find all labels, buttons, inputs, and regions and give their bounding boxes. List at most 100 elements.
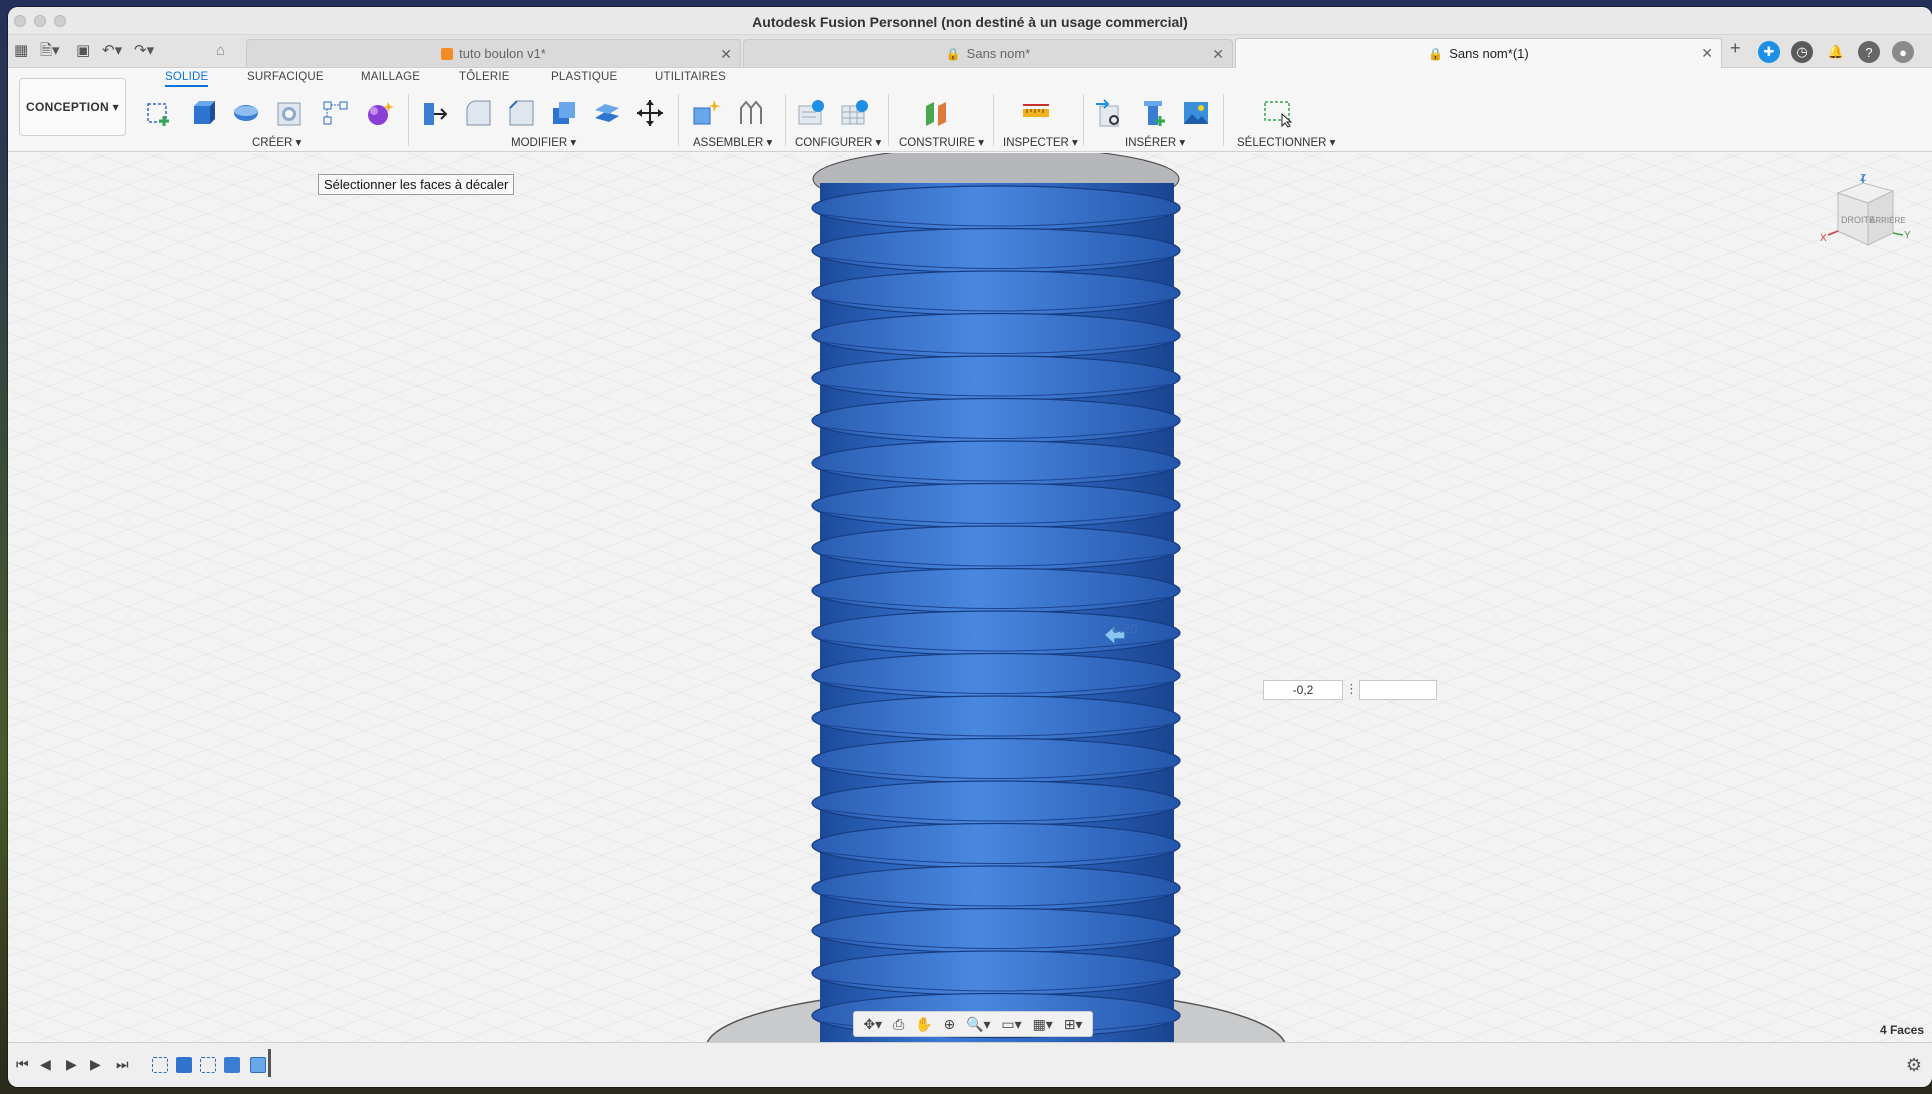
go-to-end-icon[interactable]: ⏭: [116, 1056, 129, 1073]
workspace-label: CONCEPTION: [26, 100, 110, 114]
group-assembler-label[interactable]: ASSEMBLER ▾: [693, 135, 772, 149]
selection-window-icon[interactable]: [1262, 98, 1292, 128]
tab-tuto-boulon[interactable]: tuto boulon v1* ✕: [246, 39, 741, 67]
configure-design-icon[interactable]: [796, 98, 826, 128]
lock-icon: 🔒: [945, 46, 961, 61]
save-icon[interactable]: ▣: [76, 43, 90, 59]
undo-icon[interactable]: ↶▾: [102, 43, 122, 59]
configuration-table-icon[interactable]: [839, 98, 869, 128]
chamfer-icon[interactable]: [506, 98, 536, 128]
measure-icon[interactable]: [1021, 98, 1051, 128]
thread-ring: [811, 695, 1181, 741]
close-tab-icon[interactable]: ✕: [720, 46, 732, 63]
group-construire-label[interactable]: CONSTRUIRE ▾: [899, 135, 984, 149]
create-form-icon[interactable]: [364, 98, 394, 128]
step-forward-icon[interactable]: ▶: [90, 1056, 101, 1073]
insert-derive-icon[interactable]: [1094, 98, 1124, 128]
play-icon[interactable]: ▶: [66, 1056, 77, 1073]
extrude-icon[interactable]: [188, 98, 218, 128]
display-settings-icon[interactable]: ▭▾: [1001, 1016, 1021, 1033]
timeline-marker[interactable]: [268, 1049, 271, 1077]
axis-z-label: Z: [1860, 173, 1866, 184]
group-label: CRÉER: [252, 137, 293, 149]
pattern-icon[interactable]: [321, 98, 351, 128]
workspace-switcher-button[interactable]: CONCEPTION ▾: [19, 78, 126, 136]
tab-plastique[interactable]: PLASTIQUE: [551, 71, 617, 83]
group-label: INSPECTER: [1003, 137, 1069, 149]
bolt-model[interactable]: [8, 153, 1932, 1042]
new-tab-icon[interactable]: +: [1730, 39, 1741, 57]
grid-settings-icon[interactable]: ▦▾: [1033, 1016, 1053, 1033]
close-tab-icon[interactable]: ✕: [1701, 45, 1713, 62]
group-selectionner-label[interactable]: SÉLECTIONNER ▾: [1237, 135, 1335, 149]
thread-ring: [811, 780, 1181, 826]
group-inspecter-label[interactable]: INSPECTER ▾: [1003, 135, 1078, 149]
redo-icon[interactable]: ↷▾: [134, 43, 154, 59]
tab-tolerie[interactable]: TÔLERIE: [459, 71, 510, 83]
tab-solide[interactable]: SOLIDE: [165, 71, 209, 87]
secondary-value-input[interactable]: [1359, 680, 1437, 700]
look-at-icon[interactable]: ⎙: [893, 1016, 904, 1033]
insert-canvas-icon[interactable]: [1181, 98, 1211, 128]
file-cube-icon: [441, 47, 454, 60]
thread-ring: [811, 355, 1181, 401]
3d-viewport[interactable]: 0.20 ⋮ DROITE ARRIÈRE Z X Y ✥▾ ⎙ ✋ ⊕ 🔍▾ …: [8, 153, 1932, 1042]
viewports-icon[interactable]: ⊞▾: [1064, 1016, 1083, 1033]
app-grid-icon[interactable]: ▦: [14, 43, 28, 59]
file-menu-icon[interactable]: 🗎▾: [40, 43, 60, 59]
toolbar-divider: [888, 94, 889, 146]
joint-icon[interactable]: [735, 98, 765, 128]
pan-hand-icon[interactable]: ✋: [915, 1016, 932, 1033]
press-pull-icon[interactable]: [420, 98, 450, 128]
tab-utilitaires[interactable]: UTILITAIRES: [655, 71, 726, 83]
timeline-extrude-icon[interactable]: [176, 1057, 192, 1073]
extensions-icon[interactable]: ✚: [1758, 41, 1780, 63]
group-inserer-label[interactable]: INSÉRER ▾: [1125, 135, 1185, 149]
split-body-icon[interactable]: [592, 98, 622, 128]
timeline-sketch-icon[interactable]: [200, 1057, 216, 1073]
more-options-icon[interactable]: ⋮: [1345, 681, 1358, 697]
window-title: Autodesk Fusion Personnel (non destiné à…: [752, 14, 1188, 30]
create-sketch-icon[interactable]: [144, 98, 174, 128]
zoom-window-icon[interactable]: 🔍▾: [966, 1016, 990, 1033]
revolve-icon[interactable]: [231, 98, 261, 128]
user-avatar[interactable]: ●: [1892, 41, 1914, 63]
step-back-icon[interactable]: ◀: [40, 1056, 51, 1073]
group-configurer-label[interactable]: CONFIGURER ▾: [795, 135, 881, 149]
tab-sans-nom-1[interactable]: 🔒 Sans nom*(1) ✕: [1235, 38, 1722, 68]
shell-icon[interactable]: [549, 98, 579, 128]
hole-icon[interactable]: [274, 98, 304, 128]
move-copy-icon[interactable]: [635, 98, 665, 128]
new-component-icon[interactable]: [691, 98, 721, 128]
notifications-icon[interactable]: 🔔: [1825, 41, 1847, 63]
orbit-icon[interactable]: ✥▾: [863, 1016, 882, 1033]
navigation-bar: ✥▾ ⎙ ✋ ⊕ 🔍▾ ▭▾ ▦▾ ⊞▾: [853, 1011, 1093, 1037]
toolbar-divider: [993, 94, 994, 146]
close-tab-icon[interactable]: ✕: [1212, 46, 1224, 63]
help-icon[interactable]: ?: [1858, 41, 1880, 63]
fillet-icon[interactable]: [463, 98, 493, 128]
timeline-sketch-icon[interactable]: [152, 1057, 168, 1073]
tab-surfacique[interactable]: SURFACIQUE: [247, 71, 324, 83]
tab-sans-nom[interactable]: 🔒 Sans nom* ✕: [743, 39, 1233, 67]
axis-x-label: X: [1820, 233, 1827, 244]
toolbar-divider: [678, 94, 679, 146]
group-label: SÉLECTIONNER: [1237, 137, 1327, 149]
offset-distance-input[interactable]: [1263, 680, 1343, 700]
timeline-settings-gear-icon[interactable]: ⚙: [1906, 1055, 1922, 1076]
group-creer-label[interactable]: CRÉER ▾: [252, 135, 301, 149]
ribbon-toolbar: CONCEPTION ▾ SOLIDE SURFACIQUE MAILLAGE …: [8, 68, 1932, 152]
timeline-extrude-icon[interactable]: [224, 1057, 240, 1073]
offset-plane-icon[interactable]: [922, 98, 952, 128]
view-cube[interactable]: DROITE ARRIÈRE Z X Y: [1818, 173, 1918, 263]
group-label: CONSTRUIRE: [899, 137, 976, 149]
job-status-icon[interactable]: ◷: [1791, 41, 1813, 63]
tab-maillage[interactable]: MAILLAGE: [361, 71, 420, 83]
go-to-start-icon[interactable]: ⏮: [16, 1056, 29, 1073]
timeline-thread-icon[interactable]: [250, 1057, 266, 1073]
zoom-icon[interactable]: ⊕: [943, 1016, 955, 1033]
insert-mcmaster-icon[interactable]: [1138, 98, 1168, 128]
home-icon[interactable]: ⌂: [216, 43, 225, 59]
group-label: CONFIGURER: [795, 137, 873, 149]
group-modifier-label[interactable]: MODIFIER ▾: [511, 135, 576, 149]
